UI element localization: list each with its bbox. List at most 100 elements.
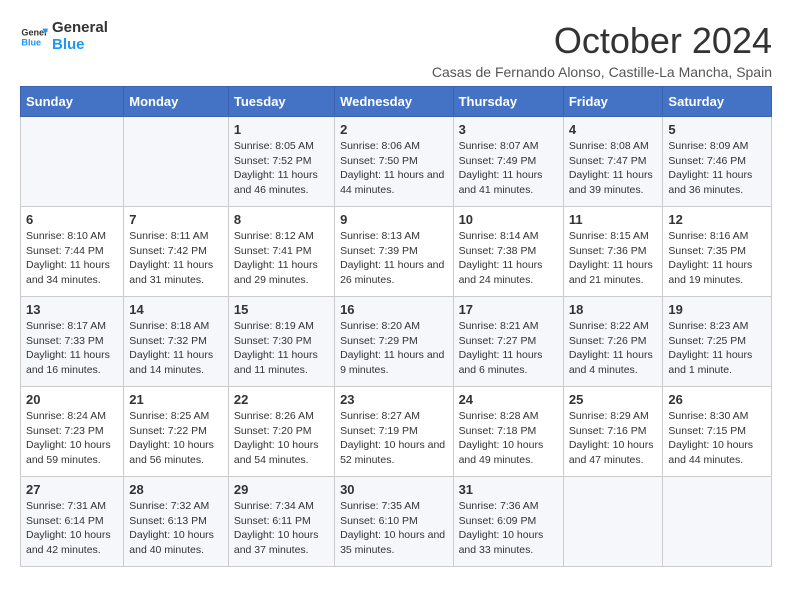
calendar-cell: 18 Sunrise: 8:22 AM Sunset: 7:26 PM Dayli… [563,297,663,387]
calendar-cell: 11Sunrise: 8:15 AM Sunset: 7:36 PM Dayli… [563,207,663,297]
calendar-cell: 29 Sunrise: 7:34 AM Sunset: 6:11 PM Dayli… [228,477,334,567]
day-info: Sunrise: 8:16 AM Sunset: 7:35 PM Dayligh… [668,229,766,288]
calendar-cell: 26 Sunrise: 8:30 AM Sunset: 7:15 PM Dayli… [663,387,772,477]
day-info: Sunrise: 8:08 AM Sunset: 7:47 PM Dayligh… [569,139,658,198]
calendar-cell: 22Sunrise: 8:26 AM Sunset: 7:20 PM Dayli… [228,387,334,477]
logo-line1: General [52,20,108,37]
calendar-cell: 3 Sunrise: 8:07 AM Sunset: 7:49 PM Daylig… [453,117,563,207]
calendar-cell [663,477,772,567]
day-number: 13 [26,302,118,317]
calendar-cell: 24Sunrise: 8:28 AM Sunset: 7:18 PM Dayli… [453,387,563,477]
calendar-week-5: 27 Sunrise: 7:31 AM Sunset: 6:14 PM Dayli… [21,477,772,567]
day-info: Sunrise: 8:22 AM Sunset: 7:26 PM Dayligh… [569,319,658,378]
calendar-cell: 4 Sunrise: 8:08 AM Sunset: 7:47 PM Daylig… [563,117,663,207]
calendar-cell: 7 Sunrise: 8:11 AM Sunset: 7:42 PM Daylig… [124,207,229,297]
day-info: Sunrise: 8:20 AM Sunset: 7:29 PM Dayligh… [340,319,447,378]
day-number: 10 [459,212,558,227]
header-wednesday: Wednesday [335,87,453,117]
location-subtitle: Casas de Fernando Alonso, Castille-La Ma… [432,64,772,80]
calendar-table: SundayMondayTuesdayWednesdayThursdayFrid… [20,86,772,567]
day-info: Sunrise: 8:17 AM Sunset: 7:33 PM Dayligh… [26,319,118,378]
day-number: 31 [459,482,558,497]
day-info: Sunrise: 8:15 AM Sunset: 7:36 PM Dayligh… [569,229,658,288]
calendar-cell: 16 Sunrise: 8:20 AM Sunset: 7:29 PM Dayli… [335,297,453,387]
day-info: Sunrise: 7:34 AM Sunset: 6:11 PM Dayligh… [234,499,329,558]
logo-icon: General Blue [20,23,48,51]
day-info: Sunrise: 8:11 AM Sunset: 7:42 PM Dayligh… [129,229,223,288]
calendar-cell: 31 Sunrise: 7:36 AM Sunset: 6:09 PM Dayli… [453,477,563,567]
day-number: 7 [129,212,223,227]
day-number: 29 [234,482,329,497]
calendar-cell: 20 Sunrise: 8:24 AM Sunset: 7:23 PM Dayli… [21,387,124,477]
calendar-cell: 27 Sunrise: 7:31 AM Sunset: 6:14 PM Dayli… [21,477,124,567]
day-number: 3 [459,122,558,137]
calendar-cell: 9 Sunrise: 8:13 AM Sunset: 7:39 PM Daylig… [335,207,453,297]
day-number: 23 [340,392,447,407]
header-sunday: Sunday [21,87,124,117]
day-number: 27 [26,482,118,497]
calendar-week-1: 1Sunrise: 8:05 AM Sunset: 7:52 PM Daylig… [21,117,772,207]
day-number: 6 [26,212,118,227]
calendar-cell: 15 Sunrise: 8:19 AM Sunset: 7:30 PM Dayli… [228,297,334,387]
calendar-cell: 2Sunrise: 8:06 AM Sunset: 7:50 PM Daylig… [335,117,453,207]
calendar-cell: 5 Sunrise: 8:09 AM Sunset: 7:46 PM Daylig… [663,117,772,207]
day-info: Sunrise: 7:32 AM Sunset: 6:13 PM Dayligh… [129,499,223,558]
day-info: Sunrise: 8:13 AM Sunset: 7:39 PM Dayligh… [340,229,447,288]
day-info: Sunrise: 8:19 AM Sunset: 7:30 PM Dayligh… [234,319,329,378]
header-monday: Monday [124,87,229,117]
day-number: 1 [234,122,329,137]
calendar-cell: 12Sunrise: 8:16 AM Sunset: 7:35 PM Dayli… [663,207,772,297]
calendar-cell: 23 Sunrise: 8:27 AM Sunset: 7:19 PM Dayli… [335,387,453,477]
title-block: October 2024 Casas de Fernando Alonso, C… [432,20,772,80]
day-info: Sunrise: 7:35 AM Sunset: 6:10 PM Dayligh… [340,499,447,558]
calendar-week-4: 20 Sunrise: 8:24 AM Sunset: 7:23 PM Dayli… [21,387,772,477]
day-number: 17 [459,302,558,317]
calendar-cell: 19 Sunrise: 8:23 AM Sunset: 7:25 PM Dayli… [663,297,772,387]
header-thursday: Thursday [453,87,563,117]
day-info: Sunrise: 8:29 AM Sunset: 7:16 PM Dayligh… [569,409,658,468]
calendar-week-3: 13 Sunrise: 8:17 AM Sunset: 7:33 PM Dayli… [21,297,772,387]
day-info: Sunrise: 8:07 AM Sunset: 7:49 PM Dayligh… [459,139,558,198]
calendar-cell: 10 Sunrise: 8:14 AM Sunset: 7:38 PM Dayli… [453,207,563,297]
calendar-cell [21,117,124,207]
day-info: Sunrise: 8:14 AM Sunset: 7:38 PM Dayligh… [459,229,558,288]
day-number: 15 [234,302,329,317]
day-number: 5 [668,122,766,137]
calendar-cell: 21 Sunrise: 8:25 AM Sunset: 7:22 PM Dayli… [124,387,229,477]
day-info: Sunrise: 8:21 AM Sunset: 7:27 PM Dayligh… [459,319,558,378]
day-number: 4 [569,122,658,137]
day-info: Sunrise: 8:24 AM Sunset: 7:23 PM Dayligh… [26,409,118,468]
day-number: 24 [459,392,558,407]
day-number: 9 [340,212,447,227]
day-number: 25 [569,392,658,407]
day-info: Sunrise: 8:26 AM Sunset: 7:20 PM Dayligh… [234,409,329,468]
day-number: 16 [340,302,447,317]
day-info: Sunrise: 7:31 AM Sunset: 6:14 PM Dayligh… [26,499,118,558]
day-info: Sunrise: 8:06 AM Sunset: 7:50 PM Dayligh… [340,139,447,198]
day-info: Sunrise: 8:27 AM Sunset: 7:19 PM Dayligh… [340,409,447,468]
day-info: Sunrise: 8:23 AM Sunset: 7:25 PM Dayligh… [668,319,766,378]
calendar-cell: 25 Sunrise: 8:29 AM Sunset: 7:16 PM Dayli… [563,387,663,477]
day-number: 19 [668,302,766,317]
day-number: 20 [26,392,118,407]
day-number: 26 [668,392,766,407]
day-info: Sunrise: 8:25 AM Sunset: 7:22 PM Dayligh… [129,409,223,468]
calendar-cell [124,117,229,207]
day-info: Sunrise: 7:36 AM Sunset: 6:09 PM Dayligh… [459,499,558,558]
calendar-cell: 1Sunrise: 8:05 AM Sunset: 7:52 PM Daylig… [228,117,334,207]
calendar-cell [563,477,663,567]
day-info: Sunrise: 8:09 AM Sunset: 7:46 PM Dayligh… [668,139,766,198]
calendar-cell: 14Sunrise: 8:18 AM Sunset: 7:32 PM Dayli… [124,297,229,387]
day-number: 18 [569,302,658,317]
header-saturday: Saturday [663,87,772,117]
logo-line2: Blue [52,37,108,54]
calendar-cell: 17 Sunrise: 8:21 AM Sunset: 7:27 PM Dayli… [453,297,563,387]
calendar-cell: 28Sunrise: 7:32 AM Sunset: 6:13 PM Dayli… [124,477,229,567]
header-friday: Friday [563,87,663,117]
header-tuesday: Tuesday [228,87,334,117]
day-number: 8 [234,212,329,227]
day-info: Sunrise: 8:30 AM Sunset: 7:15 PM Dayligh… [668,409,766,468]
day-number: 30 [340,482,447,497]
day-number: 21 [129,392,223,407]
month-title: October 2024 [432,20,772,62]
